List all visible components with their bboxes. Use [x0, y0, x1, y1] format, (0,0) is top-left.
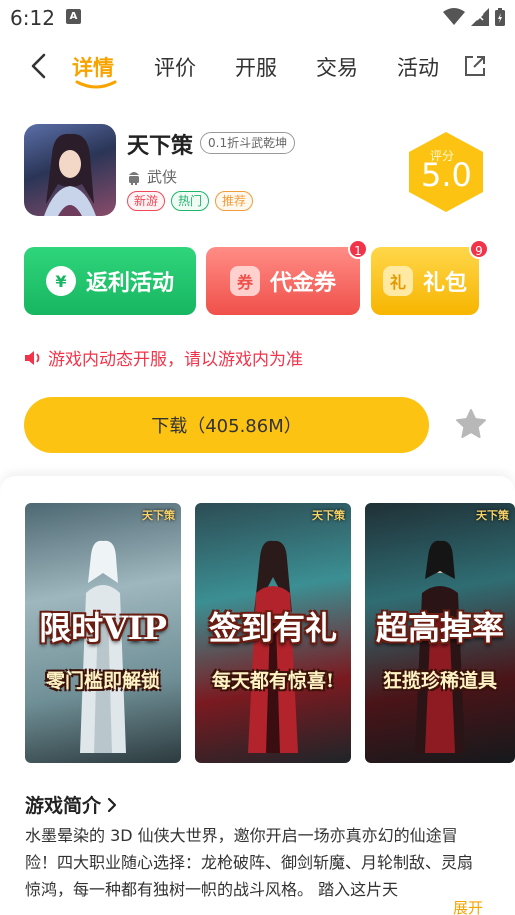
banner-checkin[interactable]: 天下策 签到有礼 每天都有惊喜! [195, 503, 351, 763]
gift-icon: 礼 [382, 266, 413, 296]
status-bar: 6:12 A [0, 0, 515, 36]
server-notice: 游戏内动态开服，请以游戏内为准 [24, 345, 303, 370]
platform-info: 武侠 [127, 166, 177, 187]
signal-icon [471, 8, 489, 26]
badge-recommend: 推荐 [215, 191, 254, 211]
score-value: 5.0 [421, 156, 472, 194]
banner-subtitle: 零门槛即解锁 [45, 670, 160, 692]
banner-subtitle: 狂揽珍稀道具 [382, 670, 497, 692]
badge-hot: 热门 [171, 191, 210, 211]
banner-subtitle: 每天都有惊喜! [211, 670, 335, 692]
banner-vip[interactable]: 天下策 限时VIP 零门槛即解锁 [25, 503, 181, 763]
intro-title: 游戏简介 [25, 795, 102, 817]
wifi-icon [443, 8, 465, 25]
gift-count-badge: 9 [469, 239, 489, 259]
banner-title: 超高掉率 [375, 609, 504, 647]
android-icon [129, 171, 139, 185]
gift-label: 礼包 [422, 271, 467, 296]
favorite-star-icon[interactable] [455, 408, 487, 440]
active-tab-underline [75, 80, 117, 89]
chevron-right-icon [107, 797, 117, 812]
tab-reviews[interactable]: 评价 [154, 52, 196, 82]
status-indicators [443, 8, 505, 26]
discount-tag: 0.1折斗武乾坤 [200, 132, 296, 154]
back-arrow-icon[interactable] [26, 52, 54, 80]
banner-title: 限时VIP [39, 609, 167, 647]
status-time: 6:12 [10, 6, 55, 30]
tab-trade[interactable]: 交易 [316, 52, 358, 82]
share-icon[interactable] [463, 54, 487, 78]
tab-server[interactable]: 开服 [235, 52, 277, 82]
banner-logo: 天下策 [142, 509, 175, 522]
notice-text: 游戏内动态开服，请以游戏内为准 [48, 350, 303, 370]
battery-icon [495, 8, 505, 26]
game-icon [24, 124, 116, 216]
money-bag-icon: ¥ [45, 266, 76, 296]
platform-label: 武侠 [147, 168, 178, 186]
intro-text: 水墨晕染的 3D 仙侠大世界，邀你开启一场亦真亦幻的仙途冒险！四大职业随心选择：… [25, 826, 474, 899]
game-badges: 新游 热门 推荐 [127, 191, 254, 211]
expand-link[interactable]: 展开 [453, 897, 483, 915]
banner-logo: 天下策 [312, 509, 345, 522]
badge-new: 新游 [127, 191, 166, 211]
banner-droprate[interactable]: 天下策 超高掉率 狂揽珍稀道具 [365, 503, 515, 763]
voucher-count-badge: 1 [348, 239, 368, 259]
voucher-button[interactable]: 券 代金券 [206, 247, 360, 315]
banner-logo: 天下策 [476, 509, 509, 522]
banner-title: 签到有礼 [208, 609, 337, 647]
voucher-label: 代金券 [269, 271, 336, 296]
download-label: 下载（405.86M） [151, 416, 302, 437]
top-nav: 详情 评价 开服 交易 活动 [0, 40, 515, 100]
intro-heading[interactable]: 游戏简介 [25, 791, 117, 818]
download-button[interactable]: 下载（405.86M） [24, 397, 429, 453]
tab-events[interactable]: 活动 [397, 52, 439, 82]
rebate-button[interactable]: ¥ 返利活动 [24, 247, 196, 315]
rebate-label: 返利活动 [85, 271, 174, 296]
voucher-icon: 券 [229, 266, 260, 296]
notification-icon: A [66, 9, 81, 24]
gift-button[interactable]: 礼 礼包 [371, 247, 479, 315]
tab-details[interactable]: 详情 [72, 52, 114, 82]
game-title: 天下策 [127, 134, 194, 159]
content-card: 天下策 限时VIP 零门槛即解锁 天下策 签到有礼 每天都有惊喜! 天下策 超高… [0, 476, 515, 915]
game-character-art [44, 133, 96, 216]
speaker-icon [25, 350, 40, 365]
